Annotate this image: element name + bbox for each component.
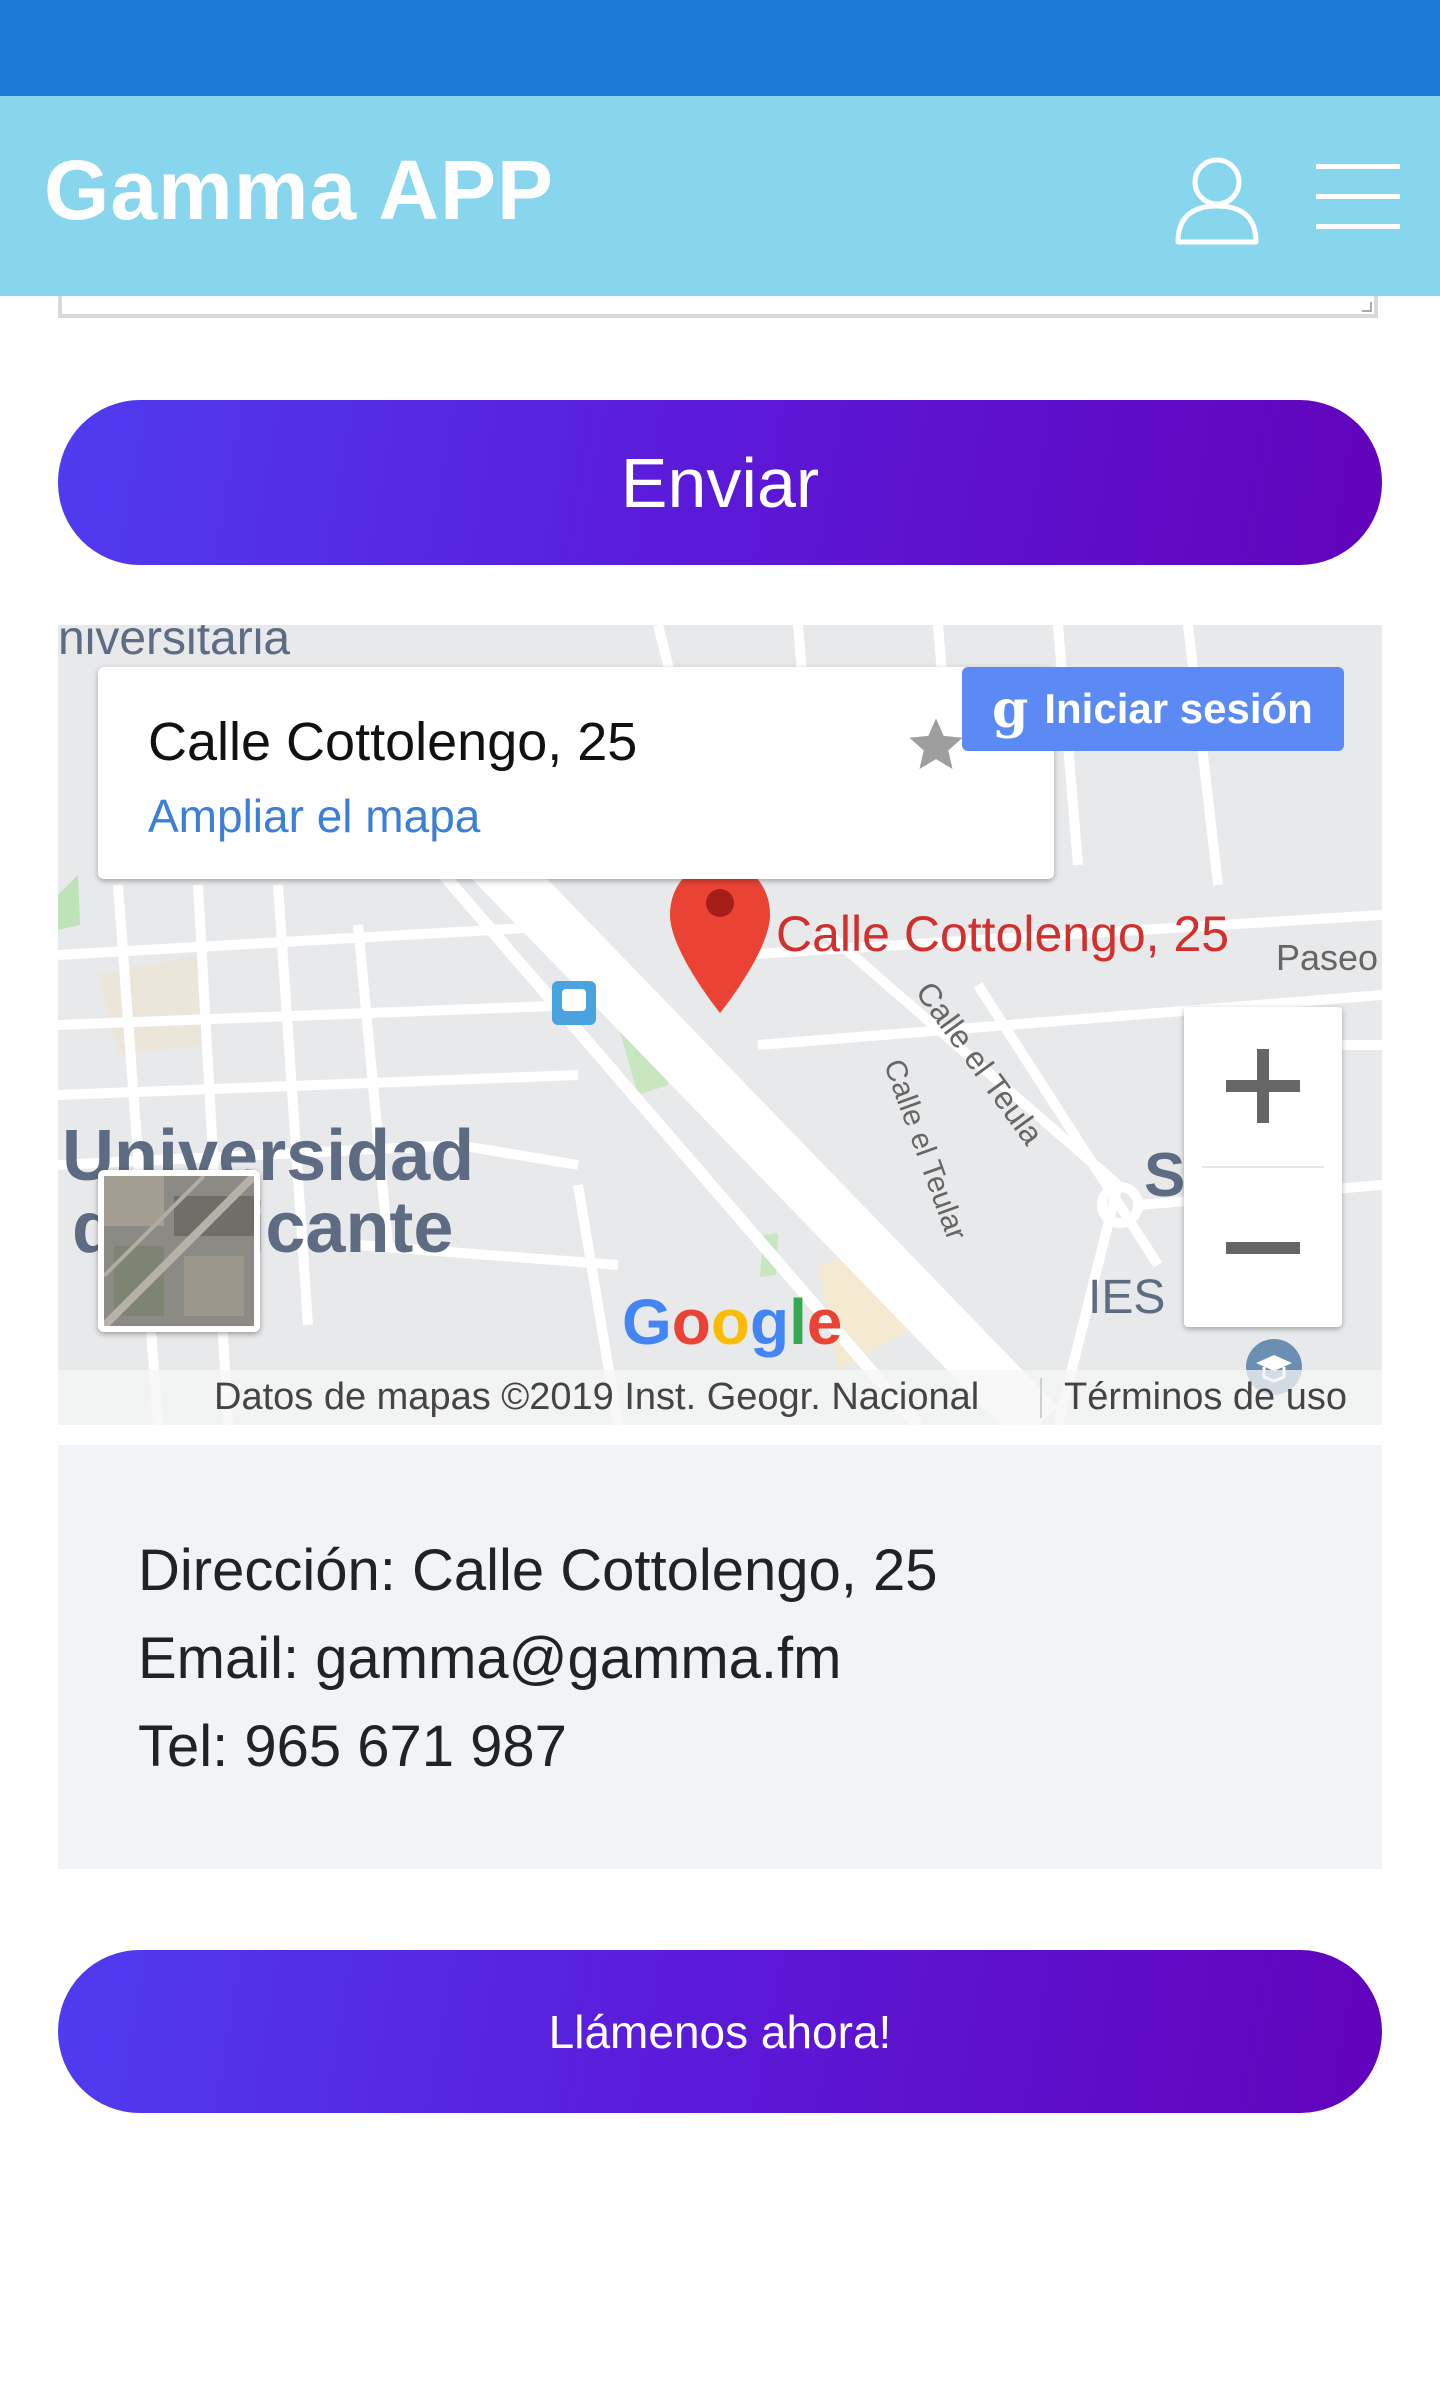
satellite-view-toggle[interactable] — [98, 1170, 260, 1332]
message-textarea[interactable] — [58, 296, 1378, 318]
star-icon[interactable] — [904, 713, 968, 777]
map-label-paseo: Paseo — [1276, 937, 1379, 978]
embedded-map[interactable]: niversitaria Calle Cottolengo, 25 Amplia… — [58, 625, 1382, 1425]
map-pin-label: Calle Cottolengo, 25 — [776, 906, 1230, 962]
attribution-divider — [1040, 1378, 1042, 1418]
map-data-attribution: Datos de mapas ©2019 Inst. Geogr. Nacion… — [214, 1376, 980, 1418]
resize-grip-icon[interactable] — [1362, 302, 1372, 312]
map-label-universitaria: niversitaria — [58, 625, 291, 665]
contact-email: Email: gamma@gamma.fm — [138, 1626, 842, 1691]
user-icon[interactable] — [1170, 152, 1264, 246]
call-now-button[interactable]: Llámenos ahora! — [58, 1950, 1382, 2113]
terms-of-use-link[interactable]: Términos de uso — [1064, 1376, 1347, 1419]
map-info-card: Calle Cottolengo, 25 Ampliar el mapa — [98, 667, 1054, 879]
minus-icon — [1226, 1242, 1300, 1254]
map-card-title: Calle Cottolengo, 25 — [148, 712, 638, 772]
send-button[interactable]: Enviar — [58, 400, 1382, 565]
contact-address: Dirección: Calle Cottolengo, 25 — [138, 1538, 938, 1603]
google-signin-button[interactable]: g Iniciar sesión — [962, 667, 1344, 751]
zoom-in-button[interactable] — [1184, 1007, 1342, 1165]
contact-phone: Tel: 965 671 987 — [138, 1714, 567, 1779]
satellite-thumbnail-icon — [104, 1176, 254, 1326]
app-header: Gamma APP — [0, 96, 1440, 296]
status-bar — [0, 0, 1440, 96]
zoom-out-button[interactable] — [1184, 1169, 1342, 1327]
app-title: Gamma APP — [44, 143, 555, 237]
google-g-icon: g — [992, 678, 1029, 740]
google-logo: Google — [622, 1286, 843, 1358]
map-attribution-bar: Datos de mapas ©2019 Inst. Geogr. Nacion… — [58, 1370, 1382, 1425]
signin-label: Iniciar sesión — [1044, 685, 1313, 732]
plus-icon — [1226, 1049, 1300, 1123]
enlarge-map-link[interactable]: Ampliar el mapa — [148, 789, 480, 843]
zoom-controls — [1184, 1007, 1342, 1327]
contact-info-box: Dirección: Calle Cottolengo, 25 Email: g… — [58, 1445, 1382, 1869]
hamburger-menu-icon[interactable] — [1316, 162, 1400, 232]
map-label-ies: IES — [1088, 1271, 1166, 1324]
zoom-divider — [1202, 1166, 1324, 1168]
